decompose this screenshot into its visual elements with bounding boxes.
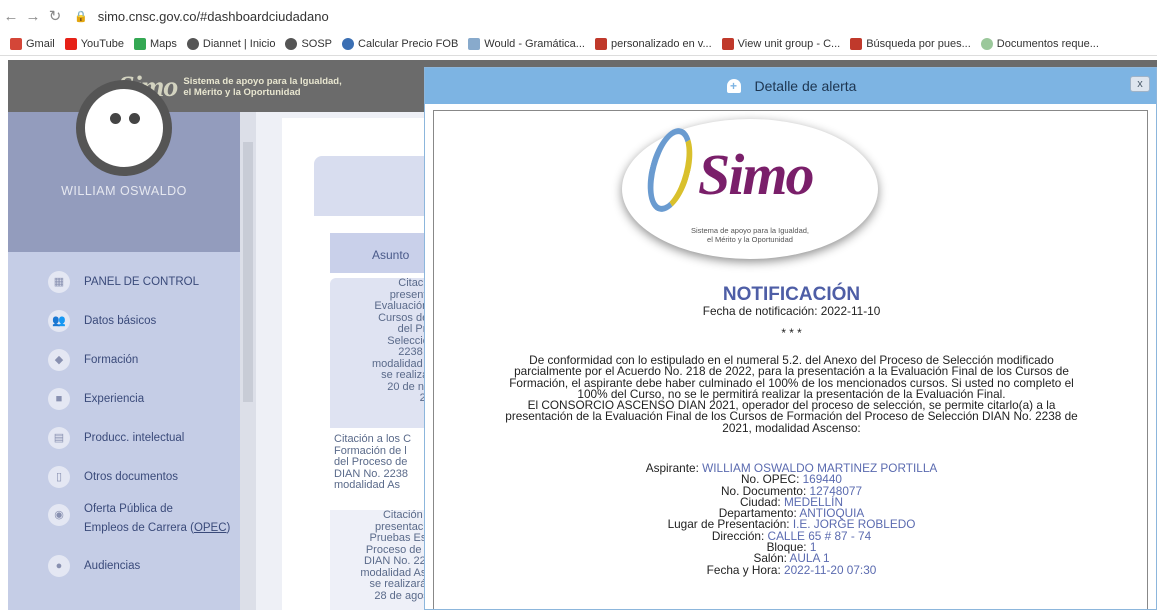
bookmark-unit-group[interactable]: View unit group - C... xyxy=(721,37,840,50)
url-field[interactable]: simo.cnsc.gov.co/#dashboardciudadano xyxy=(98,9,329,24)
back-icon[interactable]: ← xyxy=(0,8,22,25)
alert-detail-modal: + Detalle de alerta x Simo Sistema de ap… xyxy=(424,67,1157,610)
bookmark-busqueda[interactable]: Búsqueda por pues... xyxy=(850,37,971,50)
bookmark-sosp[interactable]: SOSP xyxy=(285,37,332,50)
bookmark-gmail[interactable]: Gmail xyxy=(10,37,55,50)
globe-icon: ◉ xyxy=(48,504,70,526)
sidebar-item-datos-basicos[interactable]: 👥 Datos básicos xyxy=(8,301,240,340)
notification-text: De conformidad con lo estipulado en el n… xyxy=(505,353,1078,435)
maple-leaf-icon xyxy=(850,37,863,50)
sidebar-item-producc-intelectual[interactable]: ▤ Producc. intelectual xyxy=(8,418,240,457)
maple-leaf-icon xyxy=(594,37,607,50)
calculator-icon xyxy=(342,37,355,50)
file-icon: ▯ xyxy=(48,465,70,488)
sidebar-menu: ▦ PANEL DE CONTROL 👥 Datos básicos ◆ Formac… xyxy=(8,262,240,585)
citation-details: Aspirante: WILLIAM OSWALDO MARTINEZ PORT… xyxy=(494,462,1089,577)
bookmark-fob[interactable]: Calcular Precio FOB xyxy=(342,37,458,50)
globe-icon xyxy=(285,37,298,50)
sidebar-item-oferta-publica[interactable]: ◉ Oferta Pública de Empleos de Carrera (OP… xyxy=(8,496,240,546)
sidebar-item-experiencia[interactable]: ■ Experiencia xyxy=(8,379,240,418)
sidebar-item-formacion[interactable]: ◆ Formación xyxy=(8,340,240,379)
dashboard-icon: ▦ xyxy=(48,270,70,293)
modal-header: + Detalle de alerta xyxy=(425,68,1156,104)
reload-icon[interactable]: ↻ xyxy=(44,7,66,25)
simo-logo-large: Simo Sistema de apoyo para la Igualdad, e… xyxy=(622,119,878,259)
gmail-icon xyxy=(10,37,22,50)
close-button[interactable]: x xyxy=(1130,76,1150,92)
globe-icon xyxy=(186,37,199,50)
sidebar-item-otros-documentos[interactable]: ▯ Otros documentos xyxy=(8,457,240,496)
logo-text: Simo xyxy=(698,142,814,207)
sidebar-scrollbar[interactable] xyxy=(240,112,256,610)
user-name: WILLIAM OSWALDO xyxy=(61,184,187,198)
modal-title: Detalle de alerta xyxy=(754,78,857,94)
bookmark-personalizado[interactable]: personalizado en v... xyxy=(594,37,712,50)
browser-address-bar: ← → ↻ 🔒 simo.cnsc.gov.co/#dashboardciuda… xyxy=(0,0,1157,32)
maple-leaf-icon xyxy=(721,37,734,50)
scrollbar-thumb[interactable] xyxy=(243,142,253,402)
notification-date: Fecha de notificación: 2022-11-10 xyxy=(702,304,881,318)
briefcase-icon: ■ xyxy=(48,387,70,410)
profile-panel: WILLIAM OSWALDO xyxy=(8,80,240,252)
forward-icon[interactable]: → xyxy=(22,8,44,25)
modal-body: Simo Sistema de apoyo para la Igualdad, e… xyxy=(433,110,1148,609)
logo-tagline-1: Sistema de apoyo para la Igualdad, xyxy=(183,76,342,87)
sidebar-item-panel-de-control[interactable]: ▦ PANEL DE CONTROL xyxy=(8,262,240,301)
sidebar-item-audiencias[interactable]: ● Audiencias xyxy=(8,546,240,585)
bookmarks-bar: Gmail YouTube Maps Diannet | Inicio SOSP… xyxy=(0,32,1157,56)
logo-tagline-2: el Mérito y la Oportunidad xyxy=(183,87,301,98)
users-icon: 👥 xyxy=(48,309,70,332)
field-fecha-hora: Fecha y Hora: 2022-11-20 07:30 xyxy=(706,562,877,577)
logo-tagline-1: Sistema de apoyo para la Igualdad, xyxy=(691,226,809,235)
grammar-icon xyxy=(468,37,481,50)
logo-tagline-2: el Mérito y la Oportunidad xyxy=(707,235,793,244)
notification-heading: NOTIFICACIÓN xyxy=(722,284,861,305)
bookmark-gramatica[interactable]: Would - Gramática... xyxy=(468,37,585,50)
bookmark-maps[interactable]: Maps xyxy=(133,37,177,50)
bookmark-diannet[interactable]: Diannet | Inicio xyxy=(186,37,275,50)
link-icon xyxy=(980,37,993,50)
audience-icon: ● xyxy=(48,554,70,577)
graduation-icon: ◆ xyxy=(48,348,70,371)
bookmark-documentos[interactable]: Documentos reque... xyxy=(980,37,1099,50)
separator-stars: * * * xyxy=(781,326,802,340)
maps-icon xyxy=(133,37,146,50)
bell-icon: + xyxy=(726,79,741,93)
document-list-icon: ▤ xyxy=(48,426,70,449)
youtube-icon xyxy=(64,37,77,50)
main-content: Asunto Citación presentac Evaluación F C… xyxy=(282,118,444,610)
avatar xyxy=(76,80,172,176)
bookmark-youtube[interactable]: YouTube xyxy=(64,37,124,50)
lock-icon: 🔒 xyxy=(74,10,88,23)
sidebar: WILLIAM OSWALDO ▦ PANEL DE CONTROL 👥 Datos… xyxy=(8,80,256,610)
